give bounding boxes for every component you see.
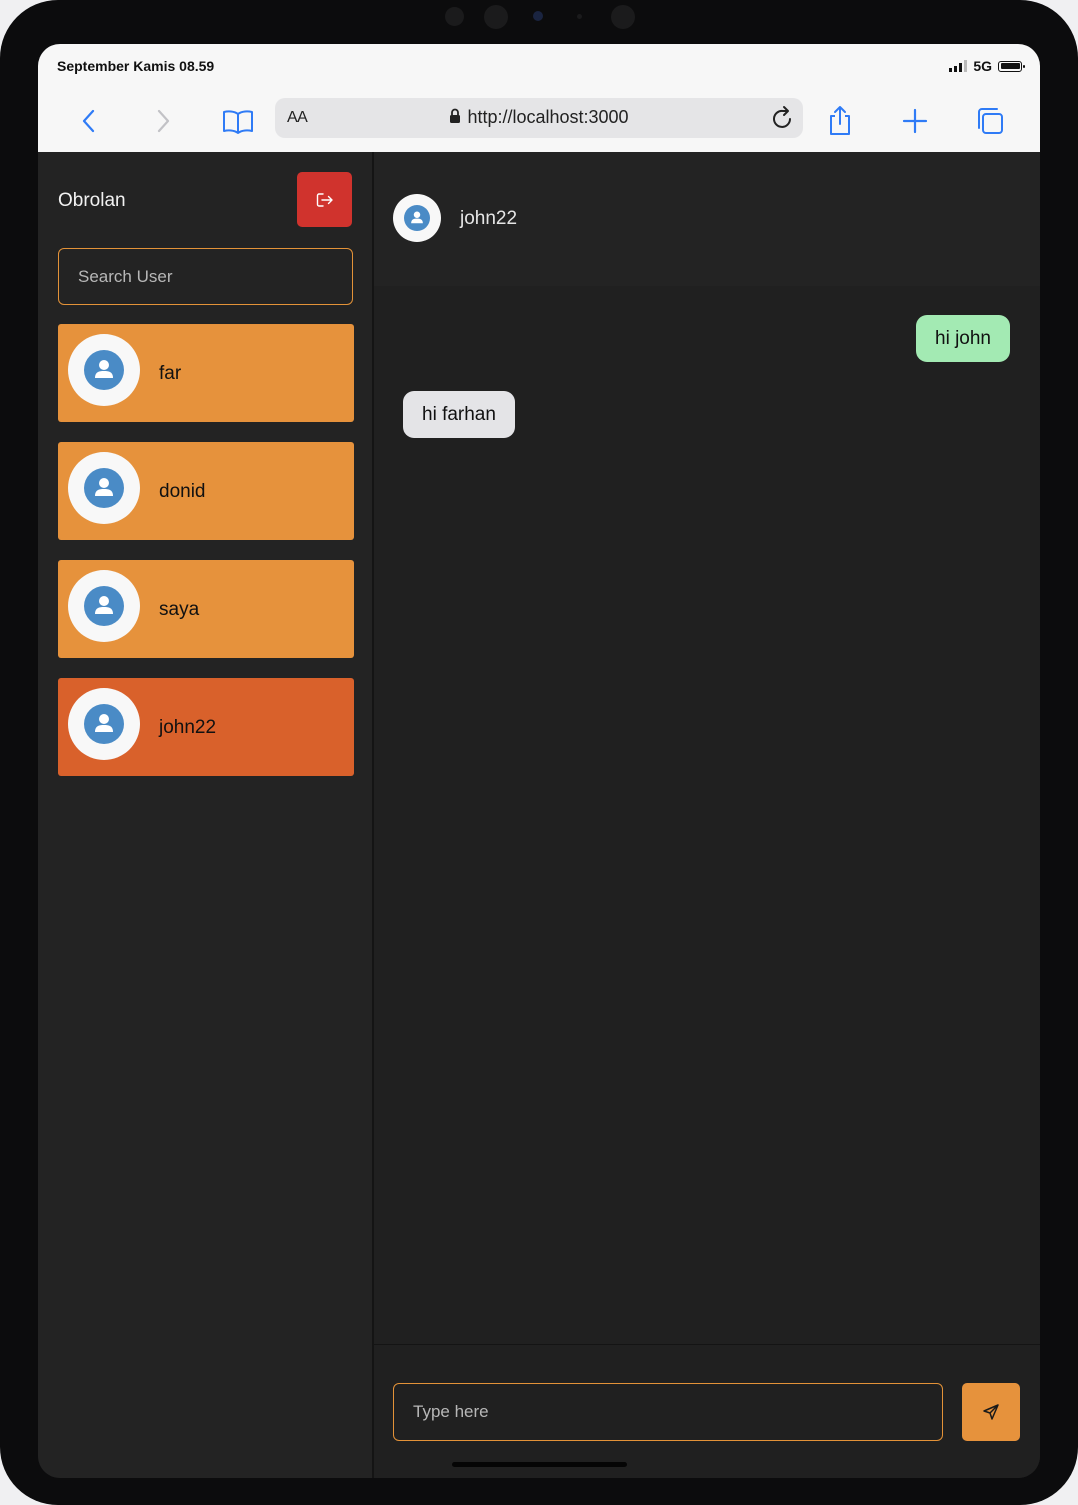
logout-icon <box>316 192 333 207</box>
avatar <box>68 688 140 760</box>
contact-avatar <box>393 194 441 242</box>
status-bar: September Kamis 08.59 5G <box>38 44 1040 90</box>
network-type: 5G <box>973 58 992 74</box>
user-icon <box>84 586 124 626</box>
message-input[interactable] <box>393 1383 943 1441</box>
share-icon[interactable] <box>823 104 857 138</box>
search-user-input[interactable] <box>58 248 353 305</box>
contact-name: john22 <box>460 208 518 229</box>
message-composer <box>374 1344 1040 1478</box>
lock-icon <box>449 108 461 129</box>
sensor-dot <box>484 5 508 29</box>
tabs-icon[interactable] <box>973 104 1007 138</box>
battery-icon <box>998 60 1025 72</box>
screen: September Kamis 08.59 5G AA http://local… <box>38 44 1040 1478</box>
user-list: far donid saya john22 <box>58 324 354 796</box>
back-icon[interactable] <box>72 104 106 138</box>
user-item-far[interactable]: far <box>58 324 354 422</box>
sidebar: Obrolan far d <box>38 152 374 1478</box>
user-name: far <box>159 363 182 384</box>
user-icon <box>84 468 124 508</box>
user-icon <box>84 350 124 390</box>
logout-button[interactable] <box>297 172 352 227</box>
bookmarks-icon[interactable] <box>221 104 255 138</box>
send-button[interactable] <box>962 1383 1020 1441</box>
user-item-donid[interactable]: donid <box>58 442 354 540</box>
avatar <box>68 570 140 642</box>
tablet-frame: September Kamis 08.59 5G AA http://local… <box>0 0 1078 1505</box>
avatar <box>68 452 140 524</box>
browser-toolbar: AA http://localhost:3000 <box>38 90 1040 153</box>
chat-header: john22 <box>374 152 1040 286</box>
reload-icon[interactable] <box>771 105 795 136</box>
address-bar[interactable]: AA http://localhost:3000 <box>275 98 803 138</box>
user-item-john22[interactable]: john22 <box>58 678 354 776</box>
avatar <box>68 334 140 406</box>
home-indicator[interactable] <box>452 1462 627 1467</box>
signal-icon <box>949 60 968 72</box>
chat-app: Obrolan far d <box>38 152 1040 1478</box>
url-text: http://localhost:3000 <box>467 107 629 127</box>
user-item-saya[interactable]: saya <box>58 560 354 658</box>
front-camera <box>533 11 543 21</box>
status-time: September Kamis 08.59 <box>57 58 215 74</box>
user-name: john22 <box>159 717 217 738</box>
sensor-dot <box>577 14 582 19</box>
user-icon <box>404 205 430 231</box>
message-list: hi john hi farhan <box>374 286 1040 1344</box>
app-title: Obrolan <box>58 190 126 211</box>
sensor-dot <box>445 7 464 26</box>
status-indicators: 5G <box>949 58 1025 74</box>
user-icon <box>84 704 124 744</box>
user-name: donid <box>159 481 206 502</box>
send-icon <box>983 1404 999 1420</box>
message-outgoing: hi john <box>916 315 1010 362</box>
forward-icon[interactable] <box>146 104 180 138</box>
chat-panel: john22 hi john hi farhan <box>374 152 1040 1478</box>
new-tab-icon[interactable] <box>898 104 932 138</box>
message-incoming: hi farhan <box>403 391 515 438</box>
user-name: saya <box>159 599 200 620</box>
sensor-dot <box>611 5 635 29</box>
